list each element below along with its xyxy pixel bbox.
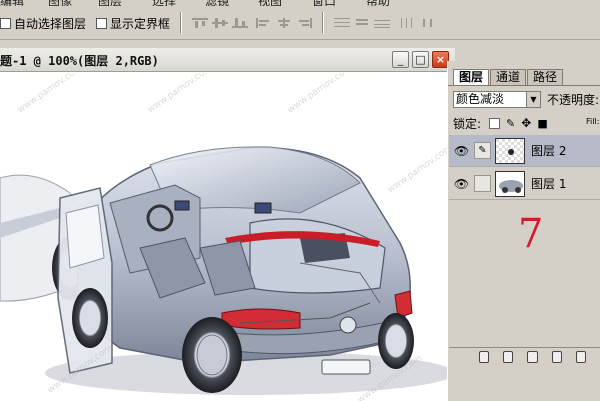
license-plate xyxy=(321,359,371,375)
minimize-icon: _ xyxy=(397,53,404,66)
opacity-label: 不透明度: xyxy=(547,92,600,107)
document-title: 题-1 @ 100%(图层 2,RGB) xyxy=(0,54,159,68)
align-right-icon[interactable] xyxy=(296,18,312,28)
lock-transparency-icon[interactable] xyxy=(489,117,501,129)
tab-channels[interactable]: 通道 xyxy=(490,69,527,85)
brand-emblem xyxy=(339,316,357,334)
chevron-down-icon[interactable]: ▼ xyxy=(526,91,540,107)
lock-paint-icon[interactable]: ✎ xyxy=(506,117,515,130)
options-bar: 自动选择图层 显示定界框 xyxy=(0,6,600,40)
fill-label: Fill: xyxy=(586,117,600,126)
panel-tabs: 图层 通道 路径 xyxy=(453,69,564,85)
toolbar-separator xyxy=(180,12,182,34)
distribute-left-icon[interactable] xyxy=(400,18,416,28)
lock-all-icon[interactable]: ■ xyxy=(537,117,547,130)
brush-icon: ✎ xyxy=(474,142,491,159)
align-vcenter-icon[interactable] xyxy=(212,18,228,28)
blend-mode-value: 颜色减淡 xyxy=(456,91,505,106)
show-bounds-checkbox[interactable] xyxy=(96,17,107,29)
watermark-text: www.pamov.com xyxy=(286,73,354,115)
empty-link-slot xyxy=(474,175,491,192)
tab-paths[interactable]: 路径 xyxy=(527,69,564,85)
annotation-number: 7 xyxy=(518,211,544,257)
minimize-button[interactable]: _ xyxy=(392,51,409,68)
layer-row-2[interactable]: 👁 ✎ 图层 2 xyxy=(449,135,600,167)
watermark-text: www.pamov.com xyxy=(146,73,214,115)
new-group-icon[interactable] xyxy=(527,350,538,363)
layer-mask-icon[interactable] xyxy=(503,350,514,363)
align-hcenter-icon[interactable] xyxy=(276,18,292,28)
door-window xyxy=(65,204,105,269)
tab-layers[interactable]: 图层 xyxy=(453,69,490,85)
lock-label: 锁定: xyxy=(453,116,482,131)
layer-row-1[interactable]: 👁 图层 1 xyxy=(449,168,600,200)
align-left-icon[interactable] xyxy=(256,18,272,28)
tail-light-left xyxy=(221,308,301,330)
front-left-wheel xyxy=(72,288,108,348)
document-window: 题-1 @ 100%(图层 2,RGB) _ □ × www.pamov.com… xyxy=(0,48,455,401)
eye-icon[interactable]: 👁 xyxy=(453,142,470,159)
eye-icon[interactable]: 👁 xyxy=(453,175,470,192)
auto-select-checkbox[interactable] xyxy=(0,17,11,29)
layer-name: 图层 1 xyxy=(531,177,567,191)
adjustment-layer-icon[interactable] xyxy=(551,350,562,363)
distribute-bottom-icon[interactable] xyxy=(374,18,390,28)
rear-screen xyxy=(254,202,272,214)
lock-move-icon[interactable]: ✥ xyxy=(521,116,531,130)
layer-thumbnail xyxy=(495,170,525,197)
distribute-vcenter-icon[interactable] xyxy=(354,18,370,28)
show-bounds-label: 显示定界框 xyxy=(110,16,171,31)
maximize-button[interactable]: □ xyxy=(412,51,429,68)
tab-divider xyxy=(448,85,600,86)
align-top-icon[interactable] xyxy=(192,18,208,28)
watermark-text: www.pamov.com xyxy=(386,143,448,195)
lock-row: 锁定: ✎ ✥ ■ xyxy=(453,114,548,132)
layer-style-icon[interactable] xyxy=(479,350,490,363)
distribute-hcenter-icon[interactable] xyxy=(420,18,436,28)
car-illustration: www.pamov.com www.pamov.com www.pamov.co… xyxy=(0,73,448,401)
layer-name: 图层 2 xyxy=(531,144,567,158)
layers-bottom-bar xyxy=(449,347,600,365)
align-bottom-icon[interactable] xyxy=(232,18,248,28)
maximize-icon: □ xyxy=(415,53,426,66)
auto-select-option[interactable]: 自动选择图层 xyxy=(0,15,86,31)
layers-panel: 图层 通道 路径 颜色减淡 ▼ 不透明度: 锁定: ✎ ✥ ■ Fill: 👁 … xyxy=(447,61,600,401)
toolbar-separator xyxy=(322,12,324,34)
layer-thumbnail xyxy=(495,137,525,164)
image-canvas[interactable]: www.pamov.com www.pamov.com www.pamov.co… xyxy=(0,73,448,401)
close-icon: × xyxy=(435,53,446,66)
blend-mode-row: 颜色减淡 ▼ 不透明度: xyxy=(453,90,599,108)
watermark-text: www.pamov.com xyxy=(16,73,84,115)
show-bounds-option[interactable]: 显示定界框 xyxy=(96,15,170,31)
center-screen xyxy=(174,200,190,211)
distribute-top-icon[interactable] xyxy=(334,18,350,28)
new-layer-icon[interactable] xyxy=(575,350,587,363)
front-wheel-rim xyxy=(196,334,228,376)
auto-select-label: 自动选择图层 xyxy=(14,16,87,31)
blend-mode-select[interactable]: 颜色减淡 ▼ xyxy=(453,90,541,108)
document-titlebar[interactable]: 题-1 @ 100%(图层 2,RGB) _ □ × xyxy=(0,48,455,72)
